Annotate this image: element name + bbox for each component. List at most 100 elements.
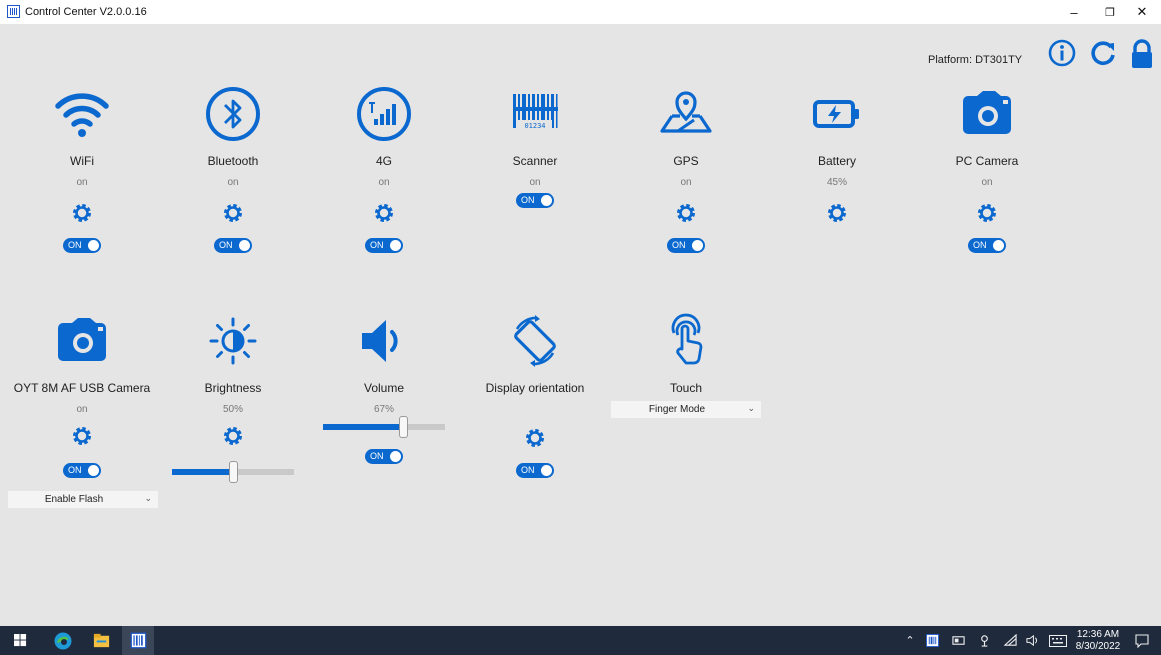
svg-text:01234: 01234 [524, 122, 545, 130]
tile-status: 67% [373, 404, 394, 415]
display-orientation-toggle[interactable]: ON [516, 463, 554, 478]
volume-toggle[interactable]: ON [365, 449, 403, 464]
gear-icon[interactable] [826, 202, 848, 224]
toggle-knob [541, 465, 552, 476]
chevron-down-icon: ⌄ [144, 493, 152, 503]
keyboard-icon[interactable] [1046, 626, 1070, 655]
tile-name: Battery [817, 154, 856, 168]
tile-bluetooth: Bluetooth on ON [157, 86, 309, 276]
wifi-icon[interactable] [54, 86, 110, 142]
notification-icon[interactable] [1128, 626, 1156, 655]
tile-battery: Battery 45% [761, 86, 913, 276]
tile-name: Volume [363, 381, 405, 395]
tile-pc-camera: PC Camera on ON [911, 86, 1063, 276]
network-wifi-icon[interactable] [1000, 626, 1020, 655]
toggle-knob [993, 240, 1004, 251]
app-icon [7, 5, 20, 18]
tile-name: Display orientation [485, 381, 585, 395]
tile-gps: GPS on ON [610, 86, 762, 276]
tile-scanner: 01234 Scanner on ON [459, 86, 611, 276]
rotate-icon[interactable] [507, 313, 563, 369]
gear-icon[interactable] [373, 202, 395, 224]
gear-icon[interactable] [675, 202, 697, 224]
brightness-slider[interactable] [172, 461, 294, 483]
camera-icon[interactable] [959, 86, 1015, 142]
tile-name: 4G [375, 154, 392, 168]
gear-icon[interactable] [976, 202, 998, 224]
tile-status: on [529, 177, 541, 188]
tile-name: Touch [669, 381, 703, 395]
tray-app-icon[interactable] [922, 626, 942, 655]
lock-icon[interactable] [1126, 38, 1158, 68]
platform-label: Platform: DT301TY [928, 54, 1023, 66]
title-bar: Control Center V2.0.0.16 – ❐ ✕ [0, 0, 1161, 24]
tile-usb-camera: OYT 8M AF USB Camera on ON [6, 313, 158, 513]
scanner-toggle[interactable]: ON [516, 193, 554, 208]
slider-thumb[interactable] [399, 416, 408, 438]
bluetooth-icon[interactable] [205, 86, 261, 142]
tile-display-orientation: Display orientation ON [459, 313, 611, 493]
gear-icon[interactable] [71, 202, 93, 224]
tile-name: Bluetooth [207, 154, 259, 168]
tile-status: on [981, 177, 993, 188]
touch-keyboard-icon[interactable] [974, 626, 994, 655]
bluetooth-toggle[interactable]: ON [214, 238, 252, 253]
gear-icon[interactable] [71, 425, 93, 447]
volume-slider[interactable] [323, 416, 445, 438]
cellular-signal-icon[interactable] [356, 86, 412, 142]
tile-name: PC Camera [955, 154, 1019, 168]
tile-name: WiFi [70, 154, 94, 168]
slider-thumb[interactable] [229, 461, 238, 483]
barcode-icon[interactable]: 01234 [507, 86, 563, 142]
4g-toggle[interactable]: ON [365, 238, 403, 253]
window-title: Control Center V2.0.0.16 [25, 6, 147, 18]
pc-camera-toggle[interactable]: ON [968, 238, 1006, 253]
touch-icon[interactable] [658, 313, 714, 369]
toggle-label: ON [68, 465, 82, 475]
control-center-taskbar-icon[interactable] [122, 626, 154, 655]
gear-icon[interactable] [222, 425, 244, 447]
edge-browser-icon[interactable] [48, 626, 78, 655]
wifi-toggle[interactable]: ON [63, 238, 101, 253]
toggle-label: ON [521, 195, 535, 205]
battery-icon[interactable] [809, 86, 865, 142]
gps-icon[interactable] [658, 86, 714, 142]
toggle-label: ON [219, 240, 233, 250]
toggle-label: ON [973, 240, 987, 250]
dropdown-value: Finger Mode [648, 404, 706, 415]
file-explorer-icon[interactable] [86, 626, 116, 655]
tablet-mode-icon[interactable] [948, 626, 968, 655]
tile-4g: 4G on ON [308, 86, 460, 276]
clock-time: 12:36 AM [1076, 629, 1120, 640]
tile-status: on [378, 177, 390, 188]
chevron-down-icon: ⌄ [747, 403, 755, 413]
toggle-knob [390, 451, 401, 462]
flash-dropdown[interactable]: Enable Flash ⌄ [8, 491, 158, 508]
toggle-knob [239, 240, 250, 251]
chevron-up-icon[interactable]: ⌃ [902, 626, 918, 655]
taskbar: ⌃ 12:36 AM 8/30/2022 [0, 626, 1161, 655]
tile-wifi: WiFi on ON [6, 86, 158, 276]
tile-status: on [227, 177, 239, 188]
usb-camera-toggle[interactable]: ON [63, 463, 101, 478]
touch-mode-dropdown[interactable]: Finger Mode ⌄ [611, 401, 761, 418]
camera-icon[interactable] [54, 313, 110, 369]
info-icon[interactable] [1047, 38, 1077, 68]
gear-icon[interactable] [222, 202, 244, 224]
tile-volume: Volume 67% ON [308, 313, 460, 483]
taskbar-clock[interactable]: 12:36 AM 8/30/2022 [1073, 629, 1123, 653]
close-button[interactable]: ✕ [1123, 0, 1161, 24]
tile-status: on [76, 177, 88, 188]
gps-toggle[interactable]: ON [667, 238, 705, 253]
brightness-icon[interactable] [205, 313, 261, 369]
clock-date: 8/30/2022 [1075, 641, 1121, 652]
toggle-label: ON [68, 240, 82, 250]
slider-fill [172, 469, 234, 475]
tile-status: 45% [826, 177, 847, 188]
volume-icon[interactable] [356, 313, 412, 369]
refresh-icon[interactable] [1088, 38, 1118, 68]
slider-fill [323, 424, 404, 430]
speaker-icon[interactable] [1022, 626, 1042, 655]
gear-icon[interactable] [524, 427, 546, 449]
windows-start-icon[interactable] [6, 626, 34, 655]
